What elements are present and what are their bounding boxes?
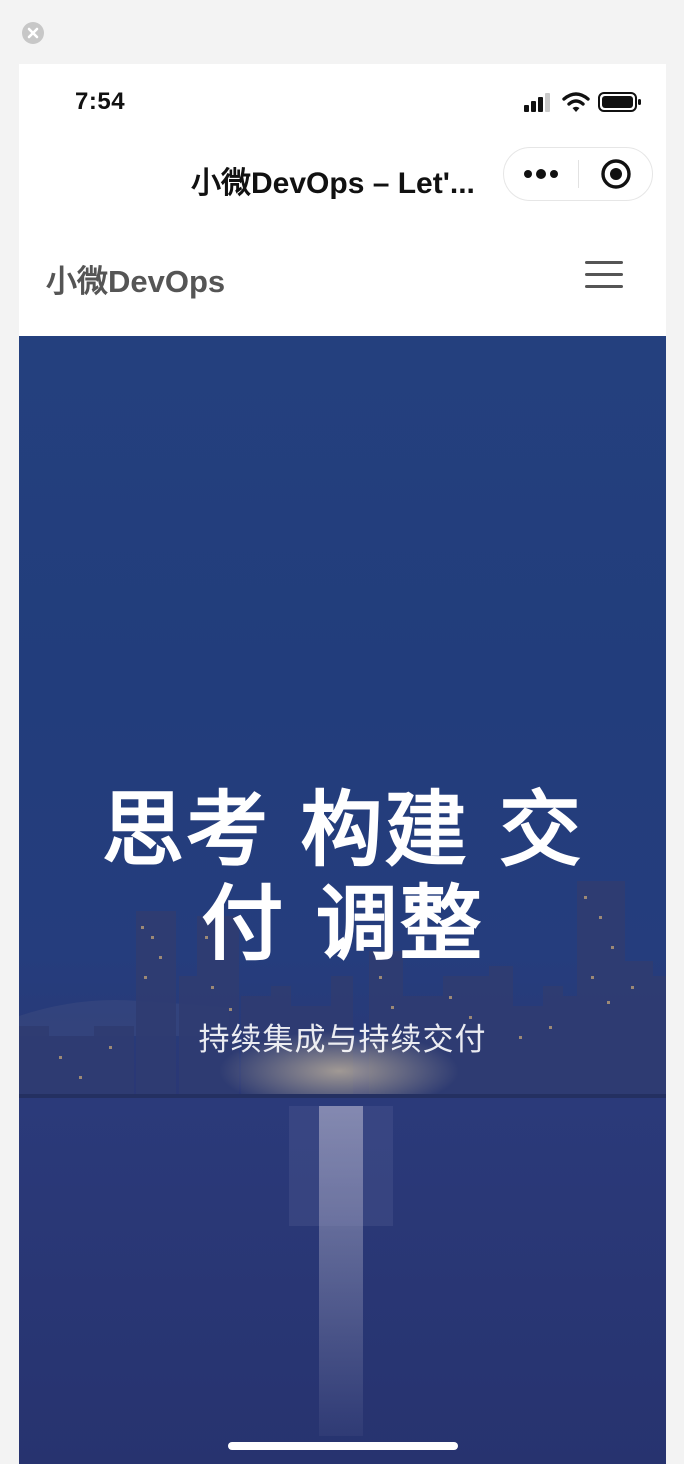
- exit-button[interactable]: [579, 148, 653, 200]
- exit-target-icon: [601, 159, 631, 189]
- more-button[interactable]: [504, 148, 578, 200]
- phone-screen: 7:54 小微DevOps – Let'... 小微DevOps 思考 构建 交…: [19, 64, 666, 1464]
- close-icon[interactable]: [22, 22, 44, 44]
- more-icon: [524, 169, 558, 179]
- status-time: 7:54: [75, 88, 126, 115]
- hero-section: 思考 构建 交付 调整 持续集成与持续交付: [19, 336, 666, 1464]
- battery-icon: [598, 92, 641, 112]
- status-icons: [524, 90, 642, 114]
- menu-icon[interactable]: [585, 260, 625, 290]
- hero-subtitle: 持续集成与持续交付: [198, 1022, 487, 1058]
- site-brand[interactable]: 小微DevOps: [46, 256, 225, 301]
- wifi-icon: [562, 92, 590, 112]
- app-window: 7:54 小微DevOps – Let'... 小微DevOps 思考 构建 交…: [0, 0, 684, 1464]
- home-indicator[interactable]: [228, 1442, 458, 1450]
- hero-title: 思考 构建 交付 调整: [101, 783, 584, 972]
- mini-program-capsule: [503, 147, 653, 201]
- mini-program-title: 小微DevOps – Let'...: [191, 167, 475, 200]
- signal-icon: [524, 93, 550, 112]
